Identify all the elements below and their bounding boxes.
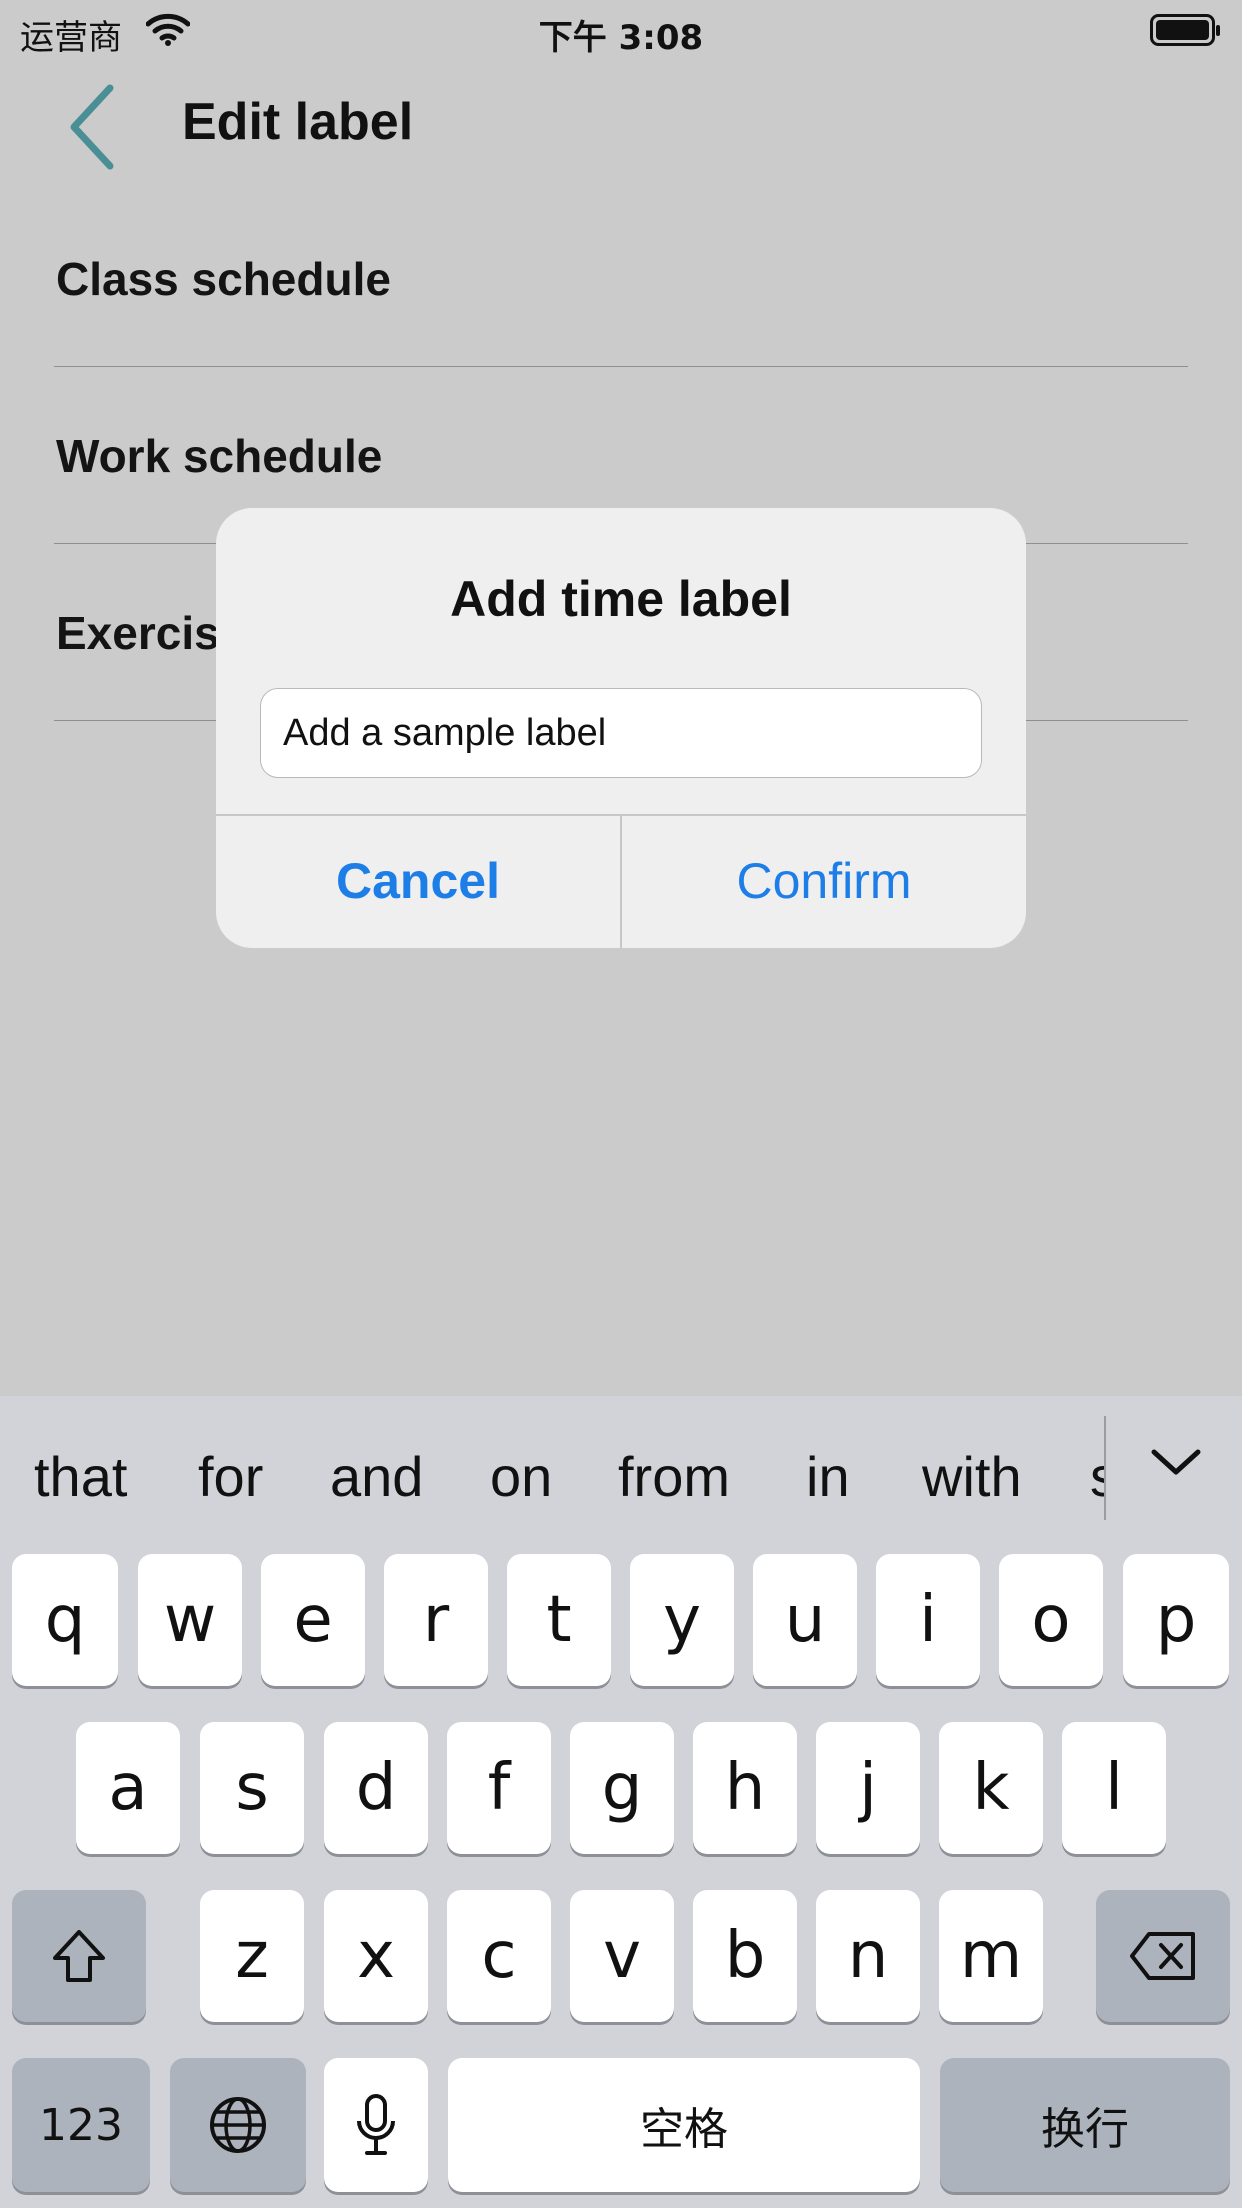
key-n[interactable]: n [816,1890,920,2022]
key-x[interactable]: x [324,1890,428,2022]
key-q[interactable]: q [12,1554,118,1686]
key-m[interactable]: m [939,1890,1043,2022]
numbers-key[interactable]: 123 [12,2058,150,2192]
key-o[interactable]: o [999,1554,1103,1686]
shift-icon [53,1930,105,1982]
globe-icon [210,2097,266,2153]
suggestion[interactable]: that [34,1444,127,1509]
key-z[interactable]: z [200,1890,304,2022]
key-l[interactable]: l [1062,1722,1166,1854]
chevron-left-icon [70,84,114,170]
add-label-dialog: Add time label Cancel Confirm [216,508,1026,948]
key-b[interactable]: b [693,1890,797,2022]
mic-key[interactable] [324,2058,428,2192]
suggestion[interactable]: with [922,1444,1022,1509]
list-item[interactable]: Class schedule [54,190,1188,367]
key-s[interactable]: s [200,1722,304,1854]
label-input[interactable] [260,688,982,778]
microphone-icon [357,2094,395,2155]
suggestion[interactable]: s [1090,1444,1104,1509]
divider [1104,1416,1106,1520]
key-r[interactable]: r [384,1554,488,1686]
dialog-title: Add time label [450,571,792,627]
suggestion[interactable]: and [330,1444,423,1509]
key-p[interactable]: p [1123,1554,1229,1686]
key-v[interactable]: v [570,1890,674,2022]
suggestion-bar: that for and on from in with s [0,1396,1242,1546]
suggestion[interactable]: from [618,1444,730,1509]
key-f[interactable]: f [447,1722,551,1854]
list-item-label: Class schedule [56,253,391,305]
key-e[interactable]: e [261,1554,365,1686]
delete-key[interactable] [1096,1890,1230,2022]
keyboard: that for and on from in with s q w e r t… [0,1396,1242,2208]
globe-key[interactable] [170,2058,306,2192]
key-u[interactable]: u [753,1554,857,1686]
back-button[interactable] [64,82,124,172]
key-h[interactable]: h [693,1722,797,1854]
suggestion[interactable]: in [806,1444,850,1509]
list-item-label: Exercis [56,607,220,659]
key-j[interactable]: j [816,1722,920,1854]
list-item-label: Work schedule [56,430,383,482]
key-i[interactable]: i [876,1554,980,1686]
page-title: Edit label [182,93,414,151]
key-c[interactable]: c [447,1890,551,2022]
suggestion[interactable]: on [490,1444,552,1509]
key-y[interactable]: y [630,1554,734,1686]
confirm-button[interactable]: Confirm [622,814,1026,948]
return-key[interactable]: 换行 [940,2058,1230,2192]
key-a[interactable]: a [76,1722,180,1854]
battery-icon [1150,14,1222,53]
key-g[interactable]: g [570,1722,674,1854]
key-k[interactable]: k [939,1722,1043,1854]
cancel-button[interactable]: Cancel [216,814,620,948]
key-d[interactable]: d [324,1722,428,1854]
key-w[interactable]: w [138,1554,242,1686]
space-key[interactable]: 空格 [448,2058,920,2192]
suggestion[interactable]: for [198,1444,263,1509]
key-t[interactable]: t [507,1554,611,1686]
shift-key[interactable] [12,1890,146,2022]
backspace-icon [1130,1932,1195,1980]
status-bar: 运营商 下午 3:08 [0,0,1242,60]
clock: 下午 3:08 [538,18,704,58]
chevron-down-icon[interactable] [1148,1436,1204,1492]
